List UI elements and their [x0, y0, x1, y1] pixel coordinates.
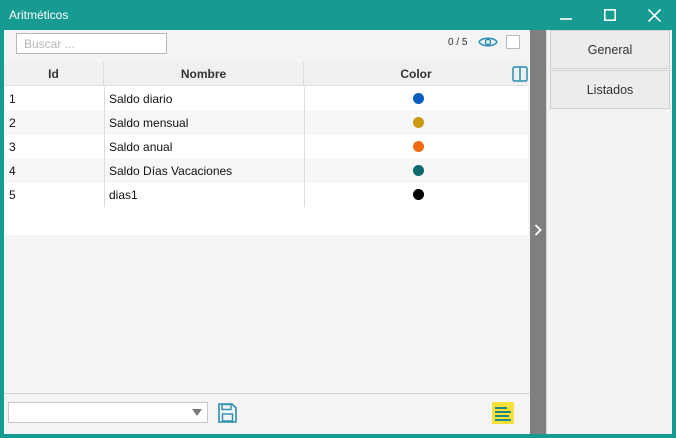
table-row[interactable]: 1 Saldo diario — [4, 87, 528, 111]
record-count: 0 / 5 — [448, 37, 468, 48]
cell-nombre: Saldo diario — [109, 92, 173, 106]
cell-id: 2 — [9, 116, 16, 130]
color-swatch — [413, 117, 424, 128]
color-swatch — [413, 165, 424, 176]
table-row[interactable]: 4 Saldo Días Vacaciones — [4, 159, 528, 183]
column-divider — [304, 87, 305, 111]
grid-footer — [4, 393, 530, 434]
column-divider — [304, 135, 305, 159]
list-pane: 0 / 5 Id Nombre Color 1Saldo dia — [4, 30, 530, 434]
select-all-checkbox[interactable] — [506, 35, 520, 49]
filter-dropdown[interactable] — [8, 402, 208, 423]
color-swatch — [413, 93, 424, 104]
close-icon — [647, 8, 661, 22]
color-swatch — [413, 189, 424, 200]
chevron-down-icon — [192, 409, 202, 416]
column-divider — [304, 159, 305, 183]
cell-nombre: Saldo anual — [109, 140, 173, 154]
app-window: Aritméticos 0 / 5 Id — [0, 0, 676, 438]
cell-id: 4 — [9, 164, 16, 178]
cell-id: 1 — [9, 92, 16, 106]
columns-icon[interactable] — [512, 66, 528, 82]
grid-header: Id Nombre Color — [4, 62, 528, 86]
save-icon[interactable] — [216, 402, 238, 424]
cell-nombre: Saldo mensual — [109, 116, 189, 130]
column-header-id[interactable]: Id — [4, 62, 104, 86]
report-icon[interactable] — [492, 402, 514, 424]
grid-toolbar: 0 / 5 — [4, 30, 530, 62]
maximize-icon — [604, 9, 616, 21]
table-row[interactable]: 3 Saldo anual — [4, 135, 528, 159]
maximize-button[interactable] — [588, 0, 632, 30]
data-grid: Id Nombre Color 1 Saldo diario 2 Saldo mens… — [4, 62, 528, 235]
tab-general[interactable]: General — [550, 30, 670, 69]
column-divider — [304, 111, 305, 135]
cell-nombre: dias1 — [109, 188, 138, 202]
minimize-button[interactable] — [544, 0, 588, 30]
search-input[interactable] — [16, 33, 167, 54]
column-divider — [104, 111, 105, 135]
cell-id: 5 — [9, 188, 16, 202]
column-header-nombre[interactable]: Nombre — [104, 62, 304, 86]
window-content: 0 / 5 Id Nombre Color 1Saldo dia — [4, 30, 672, 434]
column-divider — [104, 87, 105, 111]
cell-id: 3 — [9, 140, 16, 154]
close-button[interactable] — [632, 0, 676, 30]
panel-toggle[interactable] — [530, 30, 546, 434]
column-header-color[interactable]: Color — [304, 62, 528, 86]
column-divider — [104, 159, 105, 183]
minimize-icon — [560, 18, 572, 20]
cell-nombre: Saldo Días Vacaciones — [109, 164, 233, 178]
side-panel: General Listados — [546, 30, 672, 434]
window-title: Aritméticos — [9, 8, 69, 22]
color-swatch — [413, 141, 424, 152]
eye-icon[interactable] — [478, 34, 498, 50]
tab-listados[interactable]: Listados — [550, 70, 670, 109]
chevron-right-icon — [534, 224, 542, 236]
table-row[interactable]: 2 Saldo mensual — [4, 111, 528, 135]
table-row[interactable]: 5 dias1 — [4, 183, 528, 207]
title-bar: Aritméticos — [0, 0, 676, 30]
column-divider — [104, 183, 105, 207]
column-divider — [304, 183, 305, 207]
column-divider — [104, 135, 105, 159]
